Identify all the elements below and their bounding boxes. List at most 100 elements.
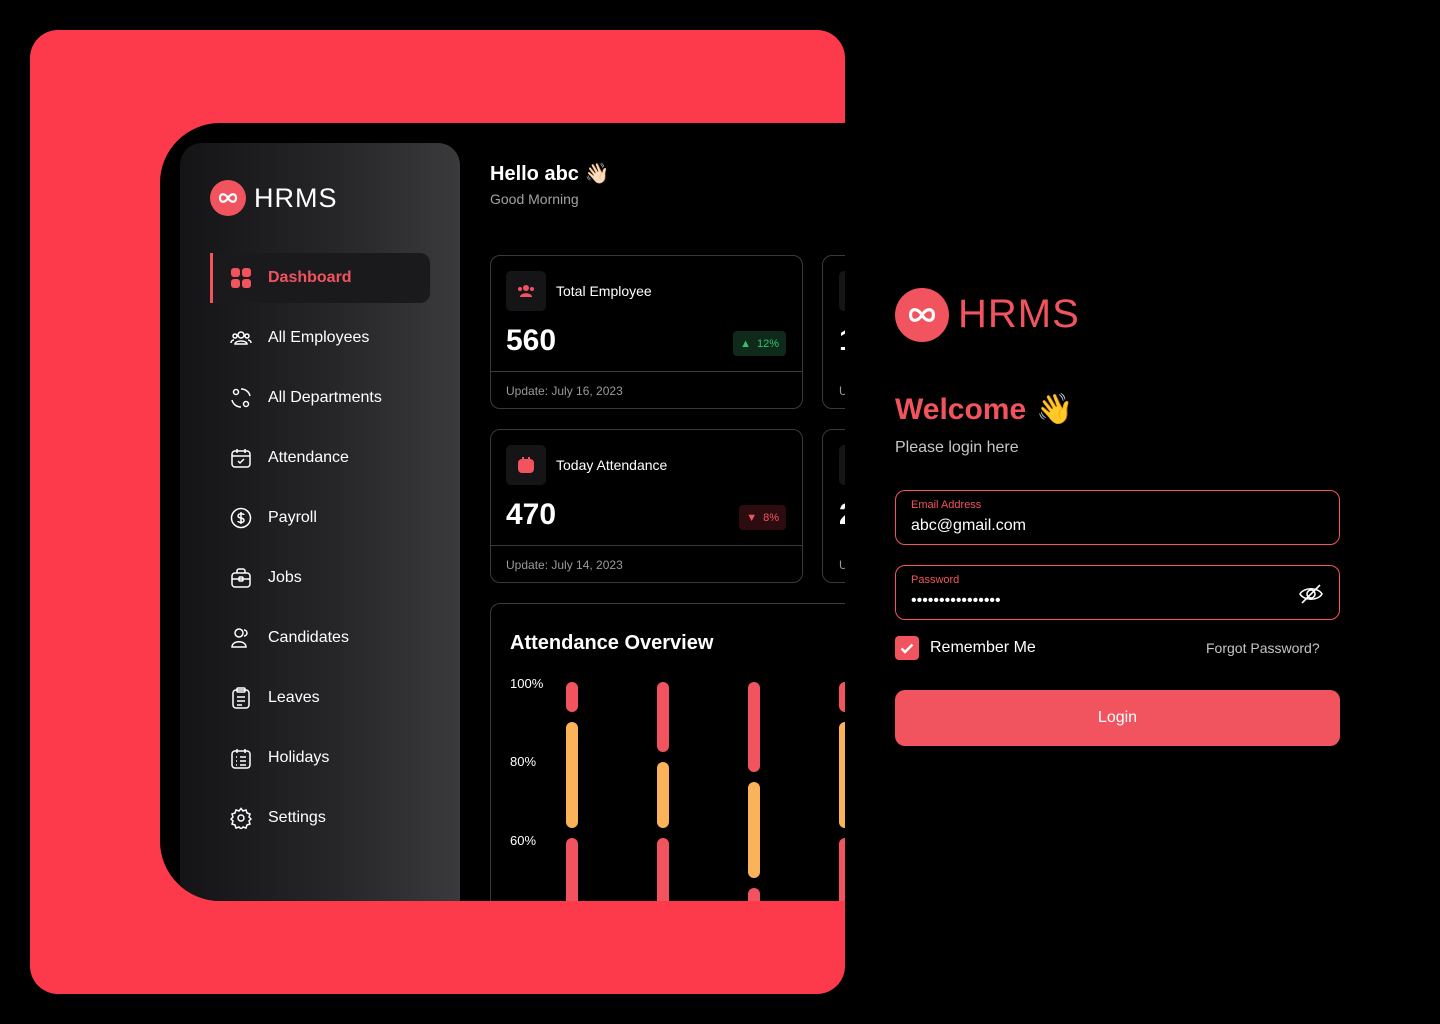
password-input[interactable] [911,592,1281,610]
hrms-logo-icon [210,180,246,216]
stat-icon-box [839,271,845,311]
chart-bar [657,838,669,901]
login-subtitle: Please login here [895,439,1019,456]
briefcase-icon [230,567,252,589]
departments-icon [230,387,252,409]
trend-value: 8% [763,511,779,524]
dashboard-main: Hello abc 👋🏻 Good Morning Total Employee… [490,123,845,901]
calendar-list-icon [230,747,252,769]
password-label: Password [911,574,960,586]
remember-me[interactable]: Remember Me [895,636,1036,660]
greeting-subtitle: Good Morning [490,191,579,207]
chart-bar [748,888,760,901]
sidebar-item-label: Payroll [268,509,317,526]
stat-label: Today Attendance [556,457,668,473]
welcome-heading: Welcome 👋 [895,392,1074,427]
sidebar-item-dashboard[interactable]: Dashboard [210,253,430,303]
remember-label: Remember Me [930,639,1036,656]
sidebar-item-label: Dashboard [268,269,352,286]
dollar-circle-icon [230,507,252,529]
email-label: Email Address [911,499,982,511]
chart-bar [839,722,845,828]
y-axis-label: 100% [510,676,544,691]
stat-card-partial[interactable]: 1 U [822,255,845,409]
stat-icon-box [839,445,845,485]
chart-bar [657,762,669,828]
stat-value: 470 [506,498,557,531]
sidebar-item-label: Leaves [268,689,320,706]
clipboard-icon [230,687,252,709]
chart-bar [566,838,578,901]
divider [491,371,802,372]
employees-icon [506,271,546,311]
login-button[interactable]: Login [895,690,1340,746]
sidebar-item-holidays[interactable]: Holidays [210,733,430,783]
trend-badge: ▲ 12% [733,331,786,356]
sidebar-item-leaves[interactable]: Leaves [210,673,430,723]
waving-hand-icon: 👋 [1036,393,1074,426]
sidebar-item-payroll[interactable]: Payroll [210,493,430,543]
stat-update: U [839,384,845,398]
sidebar-brand-name: HRMS [254,182,338,213]
stat-card-total-employee[interactable]: Total Employee 560 ▲ 12% Update: July 16… [490,255,803,409]
gear-icon [230,807,252,829]
calendar-icon [506,445,546,485]
y-axis-label: 80% [510,754,537,769]
checkmark-icon [900,643,914,654]
greeting-title: Hello abc 👋🏻 [490,163,610,185]
trend-value: 12% [756,337,779,350]
chart-bar [566,682,578,712]
attendance-overview-card: Attendance Overview 100% 80% 60% [490,603,845,901]
chart-bar [566,722,578,828]
overview-title: Attendance Overview [510,632,714,654]
chart-bar [839,838,845,901]
email-input[interactable] [911,517,1281,535]
remember-checkbox[interactable] [895,636,919,660]
chart-bar [748,682,760,772]
hrms-logo-icon [895,288,949,342]
sidebar-item-all-departments[interactable]: All Departments [210,373,430,423]
stat-label: Total Employee [556,283,652,299]
stat-value: 560 [506,324,557,357]
sidebar-item-attendance[interactable]: Attendance [210,433,430,483]
sidebar-item-label: Settings [268,809,326,826]
welcome-text: Welcome [895,392,1027,426]
password-field[interactable]: Password [895,565,1340,620]
sidebar-nav: Dashboard All Employees All Departments [210,253,430,853]
sidebar-item-settings[interactable]: Settings [210,793,430,843]
sidebar-brand: HRMS [210,180,338,216]
showcase-card: HRMS Dashboard All Employees All Departm… [30,30,845,994]
sidebar-item-label: Candidates [268,629,349,646]
stat-update: Update: July 16, 2023 [506,384,623,398]
stat-card-today-attendance[interactable]: Today Attendance 470 ▼ 8% Update: July 1… [490,429,803,583]
sidebar-item-label: Holidays [268,749,330,766]
trend-badge: ▼ 8% [739,505,786,530]
sidebar-item-jobs[interactable]: Jobs [210,553,430,603]
eye-off-icon[interactable] [1298,581,1324,607]
arrow-up-icon: ▲ [740,337,751,350]
sidebar: HRMS Dashboard All Employees All Departm… [180,143,460,901]
divider [491,545,802,546]
employees-icon [230,327,252,349]
candidates-icon [230,627,252,649]
chart-bar [839,682,845,712]
login-brand-name: HRMS [958,292,1080,336]
stat-update: U [839,558,845,572]
sidebar-item-candidates[interactable]: Candidates [210,613,430,663]
stat-value: 1 [839,324,845,358]
stat-update: Update: July 14, 2023 [506,558,623,572]
email-field[interactable]: Email Address [895,490,1340,545]
sidebar-item-label: Attendance [268,449,349,466]
arrow-down-icon: ▼ [746,511,758,524]
chart-bar [657,682,669,752]
y-axis-label: 60% [510,833,537,848]
sidebar-item-label: Jobs [268,569,302,586]
stat-value: 2 [839,498,845,532]
forgot-password-link[interactable]: Forgot Password? [1206,640,1320,656]
dashboard-grid-icon [230,267,252,289]
sidebar-item-label: All Employees [268,329,370,346]
sidebar-item-all-employees[interactable]: All Employees [210,313,430,363]
stat-card-partial[interactable]: 2 U [822,429,845,583]
dashboard-screen: HRMS Dashboard All Employees All Departm… [160,123,845,901]
calendar-check-icon [230,447,252,469]
